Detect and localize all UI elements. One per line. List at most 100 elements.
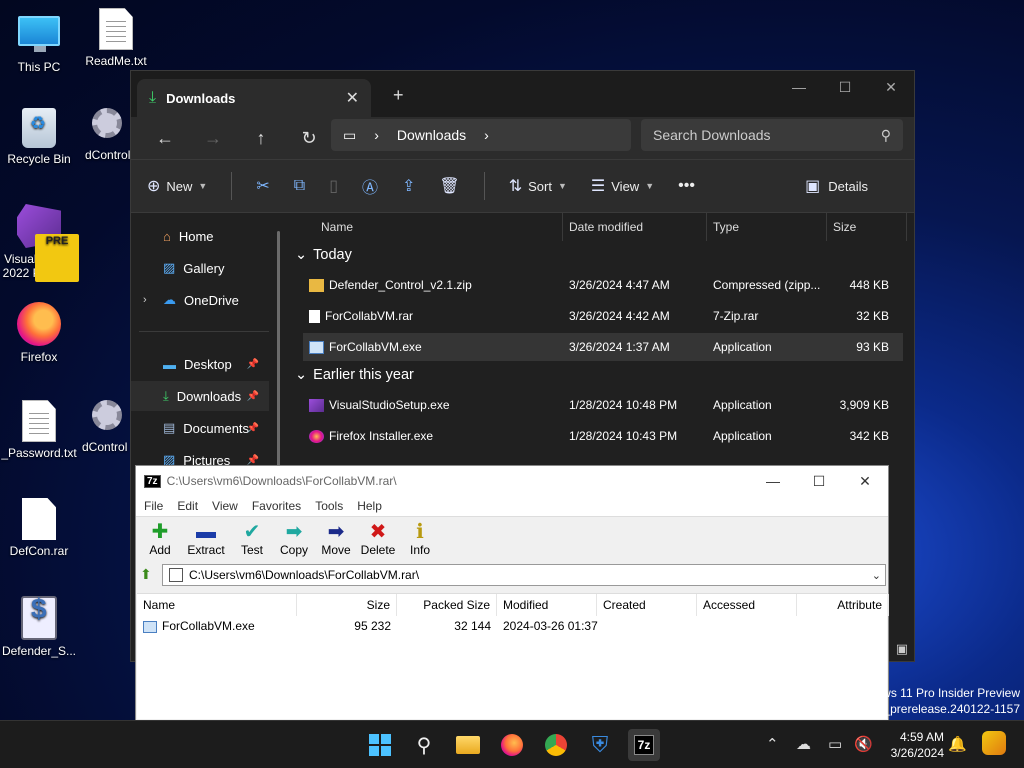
firefox-taskbar-button[interactable]	[496, 729, 528, 761]
sidebar-item-desktop[interactable]: ▬ Desktop 📌	[131, 349, 269, 379]
rename-button[interactable]: Ⓐ	[362, 174, 378, 198]
home-icon: ⌂	[163, 228, 171, 244]
column-header-attribute[interactable]: Attribute	[797, 594, 889, 616]
file-size: 93 KB	[856, 340, 889, 354]
details-pane-button[interactable]: ▣ Details	[805, 176, 868, 196]
column-header-name[interactable]: Name	[315, 213, 563, 241]
column-header-packed-size[interactable]: Packed Size	[397, 594, 497, 616]
add-button[interactable]: ✚ Add	[142, 517, 178, 562]
sidebar-item-home[interactable]: ⌂ Home	[131, 221, 269, 251]
folder-up-icon[interactable]: ⬆	[140, 566, 158, 584]
desktop-icon-readme[interactable]: ReadMe.txt	[78, 8, 154, 68]
copilot-preview-icon[interactable]	[982, 731, 1006, 759]
network-icon[interactable]: ▭	[828, 735, 842, 753]
delete-button[interactable]: ✖ Delete	[360, 517, 396, 562]
desktop-icon-defcon-rar[interactable]: DefCon.rar	[1, 498, 77, 558]
menu-tools[interactable]: Tools	[315, 499, 343, 513]
plus-icon: ✚	[151, 521, 169, 543]
up-arrow-icon[interactable]: ↑	[237, 128, 285, 149]
chrome-taskbar-button[interactable]	[540, 729, 572, 761]
view-button[interactable]: ☰ View ▼	[591, 176, 654, 196]
copy-button[interactable]: ➡ Copy	[276, 517, 312, 562]
7zip-taskbar-button[interactable]: 7z	[628, 729, 660, 761]
close-tab-icon[interactable]: ✕	[346, 88, 359, 108]
delete-button[interactable]: 🗑	[439, 176, 459, 196]
cloud-offline-icon[interactable]: ☁	[796, 735, 811, 753]
column-header-size[interactable]: Size	[827, 213, 907, 241]
file-row[interactable]: Firefox Installer.exe 1/28/2024 10:43 PM…	[303, 422, 903, 450]
sidebar-scrollbar[interactable]	[277, 231, 280, 481]
chevron-up-icon[interactable]: ⌃	[766, 735, 779, 753]
share-button[interactable]: ⇪	[402, 176, 415, 196]
file-row[interactable]: ForCollabVM.rar 3/26/2024 4:42 AM 7-Zip.…	[303, 302, 903, 330]
minimize-button[interactable]: —	[750, 466, 796, 496]
forward-arrow-icon[interactable]: →	[189, 128, 237, 149]
group-header-today[interactable]: ⌄ Today	[295, 247, 352, 263]
search-input[interactable]: Search Downloads ⚲	[641, 119, 903, 151]
address-bar[interactable]: ▭ › Downloads ›	[331, 119, 631, 151]
new-tab-button[interactable]: +	[393, 85, 404, 106]
more-options-button[interactable]: •••	[678, 177, 695, 195]
new-button[interactable]: ⊕ New ▼	[147, 176, 207, 196]
minimize-button[interactable]: —	[776, 71, 822, 103]
search-button[interactable]: ⚲	[408, 729, 440, 761]
desktop-icon-firefox[interactable]: Firefox	[1, 302, 77, 364]
file-row[interactable]: VisualStudioSetup.exe 1/28/2024 10:48 PM…	[303, 391, 903, 419]
start-button[interactable]	[364, 729, 396, 761]
column-header-modified[interactable]: Modified	[497, 594, 597, 616]
column-header-date-modified[interactable]: Date modified	[563, 213, 707, 241]
menu-help[interactable]: Help	[357, 499, 382, 513]
move-button[interactable]: ➡ Move	[318, 517, 354, 562]
column-header-type[interactable]: Type	[707, 213, 827, 241]
menu-edit[interactable]: Edit	[177, 499, 198, 513]
sidebar-item-label: Home	[178, 228, 214, 244]
extract-button[interactable]: ▬ Extract	[184, 517, 228, 562]
column-header-created[interactable]: Created	[597, 594, 697, 616]
desktop-icon-recycle-bin[interactable]: Recycle Bin	[1, 108, 77, 166]
desktop-icon-password-txt[interactable]: _Password.txt	[1, 400, 77, 460]
sidebar-item-gallery[interactable]: ▨ Gallery	[131, 253, 269, 283]
close-button[interactable]: ✕	[868, 71, 914, 103]
notification-bell-icon[interactable]: 🔔	[948, 735, 967, 753]
sidebar-item-onedrive[interactable]: › ☁ OneDrive	[131, 285, 269, 315]
menu-view[interactable]: View	[212, 499, 238, 513]
security-app-taskbar-button[interactable]: ⛨	[584, 729, 616, 761]
column-header-name[interactable]: Name	[137, 594, 297, 616]
file-row[interactable]: Defender_Control_v2.1.zip 3/26/2024 4:47…	[303, 271, 903, 299]
copy-button[interactable]: ⧉	[294, 177, 305, 195]
details-view-toggle-icon[interactable]: ▣	[896, 641, 908, 657]
group-header-earlier-this-year[interactable]: ⌄ Earlier this year	[295, 367, 414, 383]
clock[interactable]: 4:59 AM 3/26/2024	[891, 729, 944, 761]
test-button[interactable]: ✔ Test	[234, 517, 270, 562]
shield-icon: ⛨	[591, 732, 609, 757]
menu-file[interactable]: File	[144, 499, 163, 513]
info-button[interactable]: ℹ Info	[402, 517, 438, 562]
menu-favorites[interactable]: Favorites	[252, 499, 301, 513]
file-explorer-taskbar-button[interactable]	[452, 729, 484, 761]
refresh-icon[interactable]: ↻	[285, 128, 333, 149]
speaker-muted-icon[interactable]: 🔇	[854, 735, 873, 753]
breadcrumb-downloads[interactable]: Downloads	[397, 127, 466, 143]
path-input[interactable]: C:\Users\vm6\Downloads\ForCollabVM.rar\ …	[162, 564, 886, 586]
sidebar-item-downloads[interactable]: ⤓ Downloads 📌	[131, 381, 269, 411]
cut-button[interactable]: ✂	[256, 176, 269, 196]
back-arrow-icon[interactable]: ←	[141, 128, 189, 149]
chevron-right-icon[interactable]: ›	[143, 294, 147, 306]
paste-button[interactable]: ▯	[329, 176, 338, 196]
sort-button[interactable]: ⇅ Sort ▼	[509, 176, 567, 196]
desktop-icon-this-pc[interactable]: This PC	[1, 10, 77, 74]
desktop-icon-visual-studio[interactable]: PRE Visual Studio 2022 Preview	[1, 204, 79, 282]
close-button[interactable]: ✕	[842, 466, 888, 496]
maximize-button[interactable]: ☐	[796, 466, 842, 496]
sidebar-item-documents[interactable]: ▤ Documents 📌	[131, 413, 269, 443]
firefox-icon	[501, 734, 523, 756]
desktop-icon-defender-s[interactable]: Defender_S...	[1, 596, 77, 658]
desktop-folder-icon: ▬	[163, 356, 176, 372]
tab-downloads[interactable]: ⤓ Downloads ✕	[137, 79, 371, 117]
maximize-button[interactable]: ☐	[822, 71, 868, 103]
column-header-accessed[interactable]: Accessed	[697, 594, 797, 616]
column-header-size[interactable]: Size	[297, 594, 397, 616]
file-row[interactable]: ForCollabVM.exe 3/26/2024 1:37 AM Applic…	[303, 333, 903, 361]
chevron-down-icon[interactable]: ⌄	[872, 569, 881, 582]
breadcrumb-chevron-icon[interactable]: ›	[484, 127, 489, 143]
